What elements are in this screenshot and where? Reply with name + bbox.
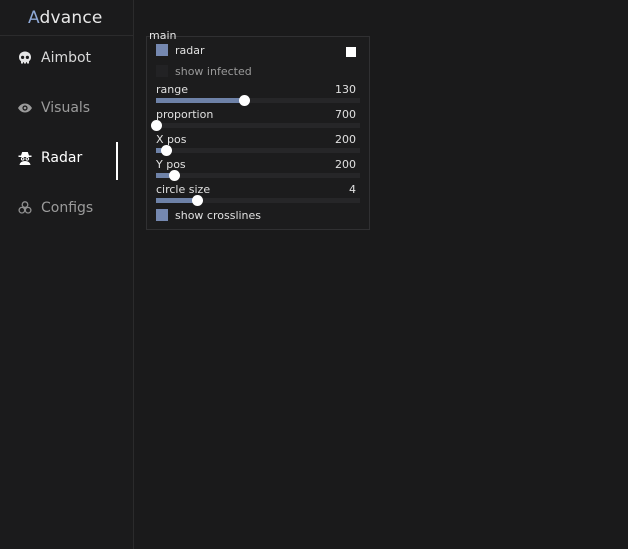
- nav-item-radar[interactable]: Radar: [0, 138, 134, 182]
- biohazard-icon: [18, 201, 32, 214]
- show-infected-checkbox[interactable]: [156, 65, 168, 77]
- skull-icon: [19, 51, 31, 64]
- y-pos-slider[interactable]: [156, 170, 360, 181]
- eye-icon: [18, 103, 32, 113]
- nav-label-configs: Configs: [41, 200, 94, 216]
- y-pos-label: Y pos: [156, 158, 186, 171]
- y-pos-value: 200: [335, 158, 356, 171]
- radar-color-swatch[interactable]: [346, 47, 356, 57]
- show-crosslines-label: show crosslines: [175, 209, 262, 222]
- range-slider[interactable]: [156, 95, 360, 106]
- range-slider-fill: [156, 98, 244, 103]
- show-crosslines-checkbox[interactable]: [156, 209, 168, 221]
- circle-size-slider[interactable]: [156, 195, 360, 206]
- radar-label: radar: [175, 44, 205, 57]
- x-pos-slider[interactable]: [156, 145, 360, 156]
- sidebar: Advance Aimbot Visuals Radar Configs: [0, 0, 134, 549]
- active-nav-indicator: [116, 142, 118, 180]
- panel-title: main: [149, 29, 177, 42]
- nav-item-aimbot[interactable]: Aimbot: [0, 38, 134, 82]
- circle-size-value: 4: [349, 183, 356, 196]
- range-label: range: [156, 83, 188, 96]
- nav-item-configs[interactable]: Configs: [0, 188, 134, 232]
- spy-icon: [18, 152, 32, 165]
- proportion-value: 700: [335, 108, 356, 121]
- proportion-slider[interactable]: [151, 120, 360, 131]
- radar-checkbox[interactable]: [156, 44, 168, 56]
- range-value: 130: [335, 83, 356, 96]
- range-slider-handle[interactable]: [238, 95, 250, 106]
- show-infected-label: show infected: [175, 65, 252, 78]
- brand-name: Advance: [28, 8, 103, 28]
- brand-logo: Advance: [0, 0, 134, 36]
- x-pos-label: X pos: [156, 133, 187, 146]
- nav-label-aimbot: Aimbot: [41, 50, 92, 66]
- nav-label-radar: Radar: [41, 150, 83, 166]
- proportion-label: proportion: [156, 108, 214, 121]
- proportion-slider-handle[interactable]: [151, 120, 162, 131]
- nav-label-visuals: Visuals: [41, 100, 91, 116]
- nav-item-visuals[interactable]: Visuals: [0, 88, 134, 132]
- circle-size-slider-handle[interactable]: [191, 195, 203, 206]
- x-pos-value: 200: [335, 133, 356, 146]
- circle-size-slider-fill: [156, 198, 197, 203]
- circle-size-label: circle size: [156, 183, 211, 196]
